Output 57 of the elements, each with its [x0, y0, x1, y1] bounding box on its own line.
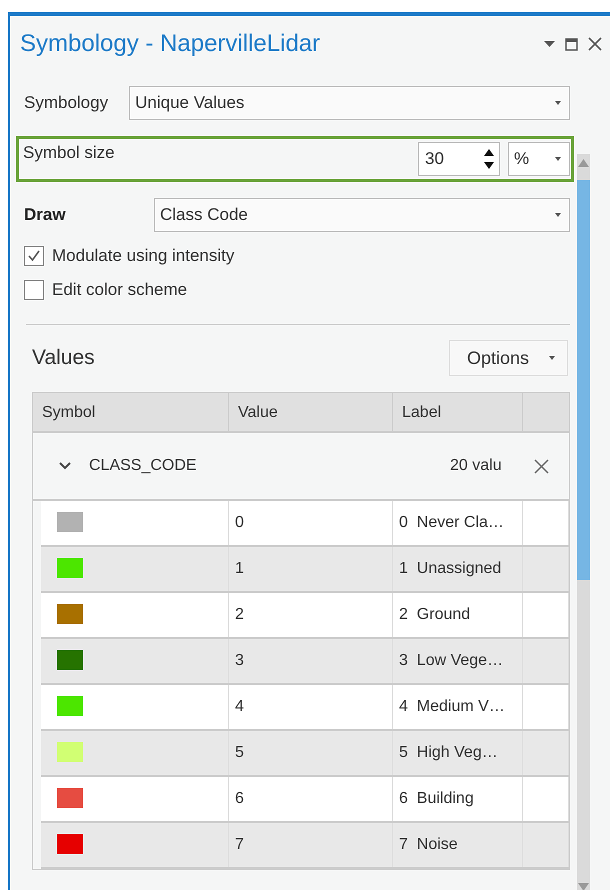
color-swatch[interactable]	[57, 512, 83, 532]
color-swatch[interactable]	[57, 650, 83, 670]
table-cell: 3	[229, 639, 393, 683]
table-cell: 4	[229, 685, 393, 729]
column-header[interactable]: Symbol	[33, 393, 229, 431]
table-cell: 5 High Veg…	[393, 731, 523, 775]
color-swatch[interactable]	[57, 834, 83, 854]
dropdown-icon[interactable]	[544, 40, 555, 48]
group-field: CLASS_CODE	[89, 457, 450, 475]
table-cell: 5	[229, 731, 393, 775]
scrollbar[interactable]	[577, 154, 590, 890]
scroll-down-icon[interactable]	[577, 883, 590, 890]
checkbox-label[interactable]: Edit color scheme	[52, 280, 188, 300]
color-swatch[interactable]	[57, 604, 83, 624]
color-swatch[interactable]	[57, 558, 83, 578]
table-cell: 1	[229, 547, 393, 591]
field-label: Symbol size	[23, 143, 116, 163]
window-title: Symbology - NapervilleLidar	[20, 30, 322, 58]
check-icon	[27, 249, 41, 263]
table-cell: 7	[229, 823, 393, 867]
options-button[interactable]: Options	[448, 340, 568, 376]
draw-dropdown[interactable]: Class Code	[154, 198, 570, 232]
close-icon[interactable]	[534, 458, 549, 474]
table-cell: 7 Noise	[393, 823, 523, 867]
table-cell: 4 Medium V…	[393, 685, 523, 729]
caret-icon	[549, 356, 555, 360]
checkbox[interactable]	[24, 246, 44, 266]
table-cell: 3 Low Vege…	[393, 639, 523, 683]
table-cell: 2 Ground	[393, 593, 523, 637]
maximize-icon[interactable]	[565, 38, 578, 50]
symbology-dropdown[interactable]: Unique Values	[129, 86, 570, 120]
section-title: Values	[32, 346, 95, 370]
color-swatch[interactable]	[57, 788, 83, 808]
column-header[interactable]: Label	[393, 393, 523, 431]
color-swatch[interactable]	[57, 696, 83, 716]
field-label: Draw	[24, 205, 67, 225]
value-count: 20 valu	[450, 457, 503, 475]
close-icon[interactable]	[588, 37, 602, 51]
scroll-thumb[interactable]	[577, 180, 590, 580]
size-spinner[interactable]: 30	[418, 142, 500, 176]
table-cell: 6	[229, 777, 393, 821]
column-header[interactable]: Value	[229, 393, 393, 431]
checkbox[interactable]	[24, 280, 44, 300]
caret-icon	[555, 101, 561, 105]
color-swatch[interactable]	[57, 742, 83, 762]
scroll-up-icon[interactable]	[577, 158, 590, 167]
table-cell: 6 Building	[393, 777, 523, 821]
table-cell: 2	[229, 593, 393, 637]
caret-icon	[555, 157, 561, 161]
unit-dropdown[interactable]: %	[508, 142, 570, 176]
checkbox-label[interactable]: Modulate using intensity	[52, 246, 234, 266]
caret-icon	[555, 213, 561, 217]
chevron-down-icon[interactable]	[59, 462, 71, 470]
table-cell: 0	[229, 501, 393, 545]
table-cell: 1 Unassigned	[393, 547, 523, 591]
field-label: Symbology	[24, 93, 108, 113]
table-cell: 0 Never Cla…	[393, 501, 523, 545]
